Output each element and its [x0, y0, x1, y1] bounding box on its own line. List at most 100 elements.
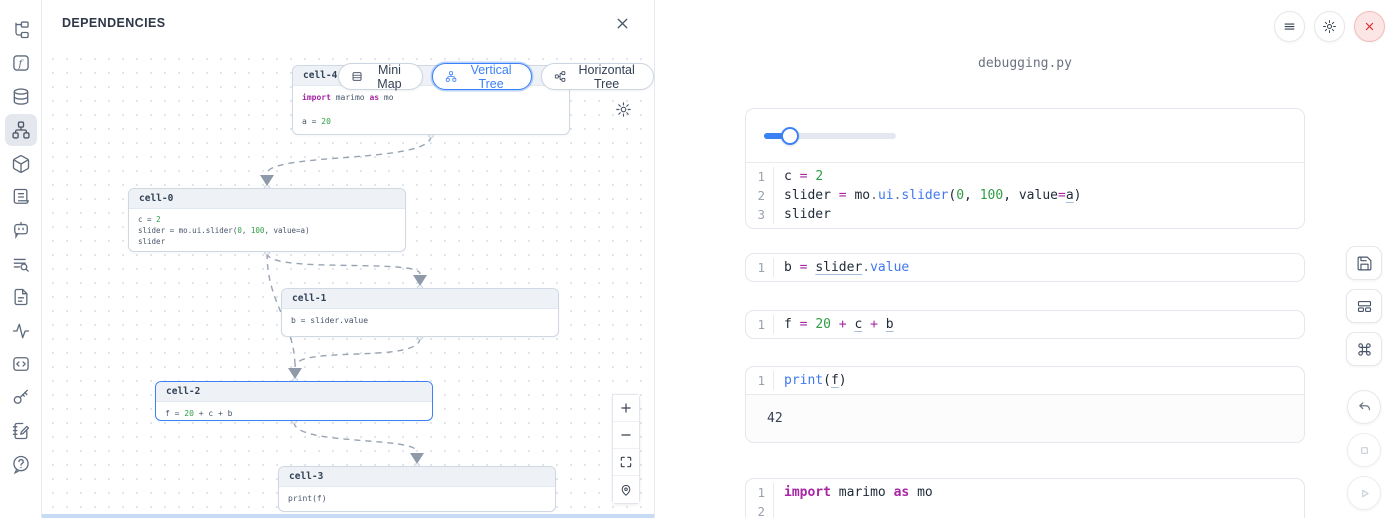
logs-icon[interactable]: [5, 181, 37, 213]
node-code-line: slider = mo.ui.slider(0, 100, value=a): [138, 225, 396, 236]
node-code-line: slider: [138, 236, 396, 247]
cell-output-slider: [746, 109, 1304, 163]
stop-icon: [1356, 442, 1373, 459]
code-line: slider: [773, 205, 1304, 224]
cell-editor[interactable]: 1b = slider.value: [746, 254, 1304, 281]
notebook-area: debugging.py 1c = 2 2slider = mo.ui.slid…: [655, 0, 1400, 518]
file-tree-icon[interactable]: [5, 14, 37, 46]
code-line: import marimo as mo: [773, 483, 1304, 502]
line-number: 2: [746, 186, 773, 205]
node-title: cell-3: [279, 467, 555, 487]
tracing-icon[interactable]: [5, 315, 37, 347]
save-button[interactable]: [1346, 246, 1382, 280]
dependency-graph-canvas[interactable]: cell-4 import marimo as mo a = 20 cell-0…: [42, 46, 654, 514]
line-number: 1: [746, 258, 773, 277]
minimap-button[interactable]: Mini Map: [338, 63, 423, 90]
layout-button[interactable]: [1346, 289, 1382, 323]
code-line: f = 20 + c + b: [773, 315, 1304, 334]
close-icon: [1362, 19, 1377, 34]
cell-editor[interactable]: 1c = 2 2slider = mo.ui.slider(0, 100, va…: [746, 163, 1304, 228]
snippets-icon[interactable]: [5, 348, 37, 380]
zoom-out-button[interactable]: [613, 422, 639, 449]
fit-view-button[interactable]: [613, 449, 639, 476]
slider-thumb[interactable]: [781, 127, 799, 145]
play-icon: [1356, 485, 1373, 502]
node-title: cell-2: [156, 382, 432, 402]
run-button[interactable]: [1347, 476, 1381, 510]
menu-button[interactable]: [1274, 11, 1305, 42]
node-code-line: c = 2: [138, 214, 396, 225]
help-icon[interactable]: [5, 448, 37, 480]
save-icon: [1356, 255, 1373, 272]
notebook-cell-f[interactable]: 1f = 20 + c + b: [745, 310, 1305, 339]
helper-sidebar: f: [0, 0, 42, 518]
keyboard-shortcuts-button[interactable]: [1346, 332, 1382, 366]
line-number: 1: [746, 167, 773, 186]
node-code-line: a = 20: [302, 116, 560, 128]
slider-widget[interactable]: [764, 127, 896, 145]
code-line: c = 2: [773, 167, 1304, 186]
stop-button[interactable]: [1347, 433, 1381, 467]
vertical-tree-button[interactable]: Vertical Tree: [432, 63, 532, 90]
notebook-cell-print[interactable]: 1print(f) 42: [745, 366, 1305, 443]
line-number: 1: [746, 483, 773, 502]
layout-icon: [1356, 298, 1373, 315]
node-code-line: import marimo as mo: [302, 92, 560, 104]
graph-node-cell-2[interactable]: cell-2 f = 20 + c + b: [155, 381, 433, 421]
cell-editor[interactable]: 1f = 20 + c + b: [746, 311, 1304, 338]
panel-title: DEPENDENCIES: [62, 16, 165, 30]
scratchpad-icon[interactable]: [5, 415, 37, 447]
ai-chat-icon[interactable]: [5, 214, 37, 246]
shutdown-button[interactable]: [1354, 11, 1385, 42]
code-line: slider = mo.ui.slider(0, 100, value=a): [773, 186, 1304, 205]
toggle-interactivity-button[interactable]: [613, 476, 639, 503]
minus-icon: [619, 428, 633, 442]
pin-icon: [619, 483, 633, 497]
functions-icon[interactable]: f: [5, 47, 37, 79]
datasources-icon[interactable]: [5, 81, 37, 113]
graph-node-cell-3[interactable]: cell-3 print(f): [278, 466, 556, 512]
graph-node-cell-0[interactable]: cell-0 c = 2slider = mo.ui.slider(0, 100…: [128, 188, 406, 252]
node-code-line: b = slider.value: [291, 315, 549, 327]
notebook-top-actions: [1274, 11, 1385, 42]
dependency-graph-icon[interactable]: [5, 114, 37, 146]
node-code-line: f = 20 + c + b: [165, 408, 423, 420]
packages-icon[interactable]: [5, 148, 37, 180]
gear-icon: [1322, 19, 1337, 34]
gear-icon: [615, 101, 632, 118]
cell-editor[interactable]: 1print(f): [746, 367, 1304, 394]
undo-button[interactable]: [1347, 390, 1381, 424]
settings-button[interactable]: [1314, 11, 1345, 42]
line-number: 3: [746, 205, 773, 224]
line-number: 1: [746, 371, 773, 390]
dependencies-panel: DEPENDENCIES: [42, 0, 655, 518]
undo-icon: [1356, 399, 1373, 416]
graph-settings-button[interactable]: [612, 98, 635, 121]
panel-resize-bar[interactable]: [42, 514, 655, 518]
secrets-icon[interactable]: [5, 381, 37, 413]
zoom-in-button[interactable]: [613, 395, 639, 422]
plus-icon: [619, 401, 633, 415]
cell-editor[interactable]: 1import marimo as mo 2: [746, 479, 1304, 518]
notebook-filename: debugging.py: [745, 56, 1305, 71]
code-line: b = slider.value: [773, 258, 1304, 277]
notebook-cell-import[interactable]: 1import marimo as mo 2: [745, 478, 1305, 518]
code-line: [773, 502, 1304, 518]
graph-node-cell-1[interactable]: cell-1 b = slider.value: [281, 288, 559, 337]
hamburger-icon: [1282, 19, 1297, 34]
documentation-icon[interactable]: [5, 281, 37, 313]
horizontal-tree-button[interactable]: Horizontal Tree: [541, 63, 654, 90]
code-line: print(f): [773, 371, 1304, 390]
horizontal-tree-icon: [554, 69, 566, 84]
notebook-cell-b[interactable]: 1b = slider.value: [745, 253, 1305, 282]
node-title: cell-1: [282, 289, 558, 309]
command-icon: [1356, 341, 1373, 358]
marimo-app: f: [0, 0, 1400, 518]
notebook-cell-slider[interactable]: 1c = 2 2slider = mo.ui.slider(0, 100, va…: [745, 108, 1305, 229]
node-title: cell-0: [129, 189, 405, 209]
line-number: 1: [746, 315, 773, 334]
vertical-tree-icon: [445, 69, 457, 84]
close-panel-button[interactable]: [611, 12, 634, 35]
search-logs-icon[interactable]: [5, 248, 37, 280]
node-code-line: [302, 104, 560, 116]
